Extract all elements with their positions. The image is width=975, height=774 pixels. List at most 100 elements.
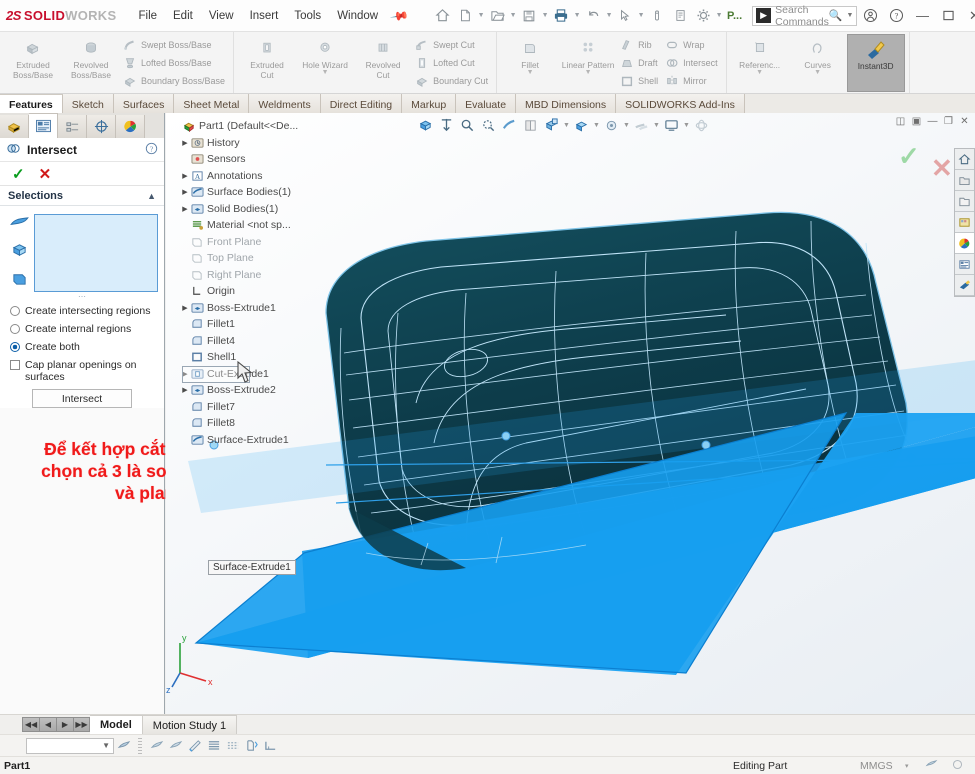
dock-folder-icon[interactable] xyxy=(955,191,974,212)
tree-item-boss-extrude1[interactable]: ▶ Boss-Extrude1 xyxy=(172,300,347,317)
file-properties-icon[interactable] xyxy=(669,5,691,27)
tree-expander[interactable]: ▶ xyxy=(180,205,190,213)
menu-edit[interactable]: Edit xyxy=(165,7,201,25)
maximize-button[interactable] xyxy=(935,3,961,29)
selection-list-box[interactable] xyxy=(34,214,158,292)
section-small-icon[interactable] xyxy=(242,736,261,755)
tree-item-top-plane[interactable]: Top Plane xyxy=(172,250,347,267)
plane-selection-icon[interactable] xyxy=(11,271,28,290)
feature-manager-tab[interactable] xyxy=(0,115,29,138)
tree-expander[interactable]: ▶ xyxy=(180,304,190,312)
reference-geometry-caret-icon[interactable]: ▼ xyxy=(756,68,763,78)
reference-geometry-button[interactable]: Referenc... ▼ xyxy=(731,34,789,92)
overwrite-icon[interactable] xyxy=(925,758,938,773)
confirm-cancel-icon[interactable]: ✕ xyxy=(931,153,953,184)
display-manager-tab[interactable] xyxy=(116,115,145,138)
tree-item-origin[interactable]: Origin xyxy=(172,283,347,300)
viewport-tile-icon[interactable]: ▣ xyxy=(910,115,923,128)
measure-small-icon[interactable] xyxy=(261,736,280,755)
create-intersecting-regions-radio[interactable]: Create intersecting regions xyxy=(10,305,154,317)
dock-view-palette-icon[interactable] xyxy=(955,275,974,296)
dock-appearances-icon[interactable] xyxy=(955,233,974,254)
revolved-cut-button[interactable]: Revolved Cut xyxy=(354,34,412,92)
tree-expander[interactable]: ▶ xyxy=(180,386,190,394)
tree-item-fillet7[interactable]: Fillet7 xyxy=(172,399,347,416)
tab-mbd-dimensions[interactable]: MBD Dimensions xyxy=(516,94,617,113)
zoom-to-fit-icon[interactable] xyxy=(416,116,435,135)
hide-show-caret-icon[interactable]: ▼ xyxy=(563,122,570,129)
hole-wizard-button[interactable]: Hole Wizard ▼ xyxy=(296,34,354,92)
edit-appearance-icon[interactable] xyxy=(572,116,591,135)
surface-selection-icon[interactable] xyxy=(9,216,29,232)
tree-item-material[interactable]: Material <not sp... xyxy=(172,217,347,234)
tree-item-part1[interactable]: Part1 (Default<<De... xyxy=(172,118,347,135)
menu-insert[interactable]: Insert xyxy=(242,7,287,25)
cancel-feature-button[interactable]: ✕ xyxy=(39,165,52,183)
confirm-accept-icon[interactable]: ✓ xyxy=(898,141,920,172)
last-sheet-button[interactable]: ▶▶ xyxy=(73,717,90,732)
open-folder-icon[interactable] xyxy=(486,5,508,27)
zoom-to-area-icon[interactable] xyxy=(437,116,456,135)
curves-caret-icon[interactable]: ▼ xyxy=(814,68,821,78)
apply-scene-icon[interactable] xyxy=(602,116,621,135)
solid-body-selection-icon[interactable] xyxy=(11,242,28,261)
tab-sketch[interactable]: Sketch xyxy=(62,94,114,113)
dimxpert-manager-tab[interactable] xyxy=(87,115,116,138)
rib-button[interactable]: Rib xyxy=(617,36,662,53)
chevron-up-icon[interactable]: ▲ xyxy=(147,191,156,201)
instant3d-button[interactable]: Instant3D xyxy=(846,33,905,92)
view-settings-icon[interactable] xyxy=(632,116,651,135)
tree-expander[interactable]: ▶ xyxy=(180,172,190,180)
tree-item-front-plane[interactable]: Front Plane xyxy=(172,234,347,251)
display-lines-icon[interactable] xyxy=(204,736,223,755)
help-question-icon[interactable]: ? xyxy=(883,3,909,29)
new-document-caret-icon[interactable]: ▼ xyxy=(477,12,485,19)
search-input[interactable]: Search Commands xyxy=(775,4,829,28)
first-sheet-button[interactable]: ◀◀ xyxy=(22,717,39,732)
edit-appearance-caret-icon[interactable]: ▼ xyxy=(593,122,600,129)
fillet-caret-icon[interactable]: ▼ xyxy=(527,68,534,78)
tree-item-annotations[interactable]: ▶ A Annotations xyxy=(172,168,347,185)
viewport-restore-icon[interactable]: ◫ xyxy=(894,115,907,128)
graphics-viewport[interactable]: y x z Part1 (Default<<De... ▶ History Se… xyxy=(166,113,975,714)
boundary-cut-button[interactable]: Boundary Cut xyxy=(412,72,492,89)
print-icon[interactable] xyxy=(550,5,572,27)
tree-item-right-plane[interactable]: Right Plane xyxy=(172,267,347,284)
viewport-minimize-icon[interactable]: — xyxy=(926,115,939,128)
tab-solidworks-add-ins[interactable]: SOLIDWORKS Add-Ins xyxy=(616,94,745,113)
extruded-cut-button[interactable]: Extruded Cut xyxy=(238,34,296,92)
open-folder-caret-icon[interactable]: ▼ xyxy=(509,12,517,19)
create-both-radio[interactable]: Create both xyxy=(10,341,154,353)
dock-library-icon[interactable] xyxy=(955,212,974,233)
tree-item-surface-extrude1[interactable]: Surface-Extrude1 xyxy=(172,432,347,449)
shell-button[interactable]: Shell xyxy=(617,72,662,89)
viewport-layout-caret-icon[interactable]: ▼ xyxy=(683,122,690,129)
search-commands-box[interactable]: ▶ Search Commands 🔍 ▼ xyxy=(752,4,858,28)
tree-expander[interactable]: ▶ xyxy=(180,188,190,196)
fillet-button[interactable]: Fillet ▼ xyxy=(501,34,559,92)
cap-planar-openings-checkbox[interactable]: Cap planar openings on surfaces xyxy=(10,359,154,383)
tab-direct-editing[interactable]: Direct Editing xyxy=(320,94,403,113)
edit-appearance2-small-icon[interactable] xyxy=(166,736,185,755)
wrap-button[interactable]: Wrap xyxy=(662,36,722,53)
close-button[interactable]: ✕ xyxy=(961,3,975,29)
dock-home-icon[interactable] xyxy=(955,149,974,170)
apply-scene-caret-icon[interactable]: ▼ xyxy=(623,122,630,129)
status-units-caret-icon[interactable]: ▾ xyxy=(905,762,909,770)
tree-item-fillet8[interactable]: Fillet8 xyxy=(172,415,347,432)
apply-scene-small-icon[interactable] xyxy=(147,736,166,755)
tab-surfaces[interactable]: Surfaces xyxy=(113,94,175,113)
tree-item-solid-bodies[interactable]: ▶ Solid Bodies(1) xyxy=(172,201,347,218)
tab-markup[interactable]: Markup xyxy=(402,94,457,113)
hidden-lines-icon[interactable] xyxy=(223,736,242,755)
tab-sheet-metal[interactable]: Sheet Metal xyxy=(174,94,250,113)
previous-view-icon[interactable] xyxy=(458,116,477,135)
configuration-select[interactable]: ▼ xyxy=(26,737,114,754)
linear-pattern-caret-icon[interactable]: ▼ xyxy=(585,68,592,78)
new-document-icon[interactable] xyxy=(454,5,476,27)
tree-item-fillet1[interactable]: Fillet1 xyxy=(172,316,347,333)
tree-item-shell1[interactable]: Shell1 xyxy=(172,349,347,366)
intersect-ribbon-button[interactable]: Intersect xyxy=(662,54,722,71)
property-manager-tab[interactable] xyxy=(29,113,58,138)
view-orientation-icon[interactable] xyxy=(500,116,519,135)
